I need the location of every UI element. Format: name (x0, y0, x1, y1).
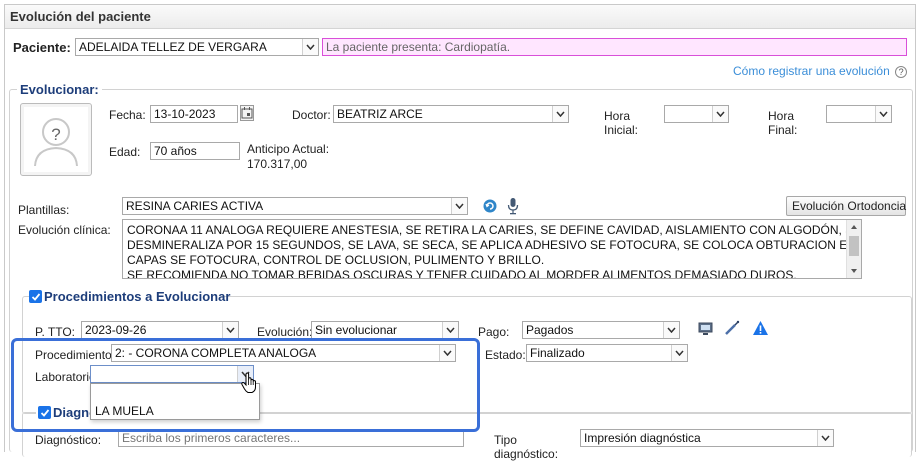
anticipo-label: Anticipo Actual: (247, 142, 330, 156)
evolucion-clinica-label: Evolución clínica: (18, 223, 111, 237)
evolucion-estado-label: Evolución: (257, 325, 313, 339)
ptto-select[interactable]: 2023-09-26 (81, 321, 239, 339)
evolucion-estado-value: Sin evolucionar (315, 323, 398, 337)
hora-final-line2: Final: (768, 123, 798, 137)
procedimientos-legend-text: Procedimientos a Evolucionar (44, 289, 231, 304)
plantillas-select[interactable]: RESINA CARIES ACTIVA (122, 197, 468, 215)
svg-text:?: ? (51, 125, 60, 144)
user-placeholder-icon: ? (34, 118, 78, 167)
edad-value: 70 años (154, 144, 197, 158)
scroll-up-icon[interactable] (847, 221, 861, 233)
evolucion-line: CAPAS SE FOTOCURA, CONTROL DE OCLUSION, … (127, 253, 545, 267)
diagnostico-label: Diagnóstico: (35, 433, 102, 447)
anticipo-value: 170.317,00 (247, 157, 308, 171)
evolucion-clinica-textarea[interactable]: CORONAA 11 ANALOGA REQUIERE ANESTESIA, S… (122, 219, 862, 279)
patient-alert: La paciente presenta: Cardiopatía. (322, 38, 907, 56)
evolucion-estado-select[interactable]: Sin evolucionar (311, 321, 459, 339)
edad-input[interactable]: 70 años (150, 142, 240, 160)
tipo-diagnostico-label: Tipo diagnóstico: (494, 433, 558, 461)
patient-label: Paciente: (13, 40, 71, 55)
ptto-label: P. TTO: (35, 325, 76, 339)
avatar[interactable]: ? (20, 103, 92, 176)
chevron-down-icon (451, 198, 467, 214)
hora-inicial-label: Hora Inicial: (604, 109, 638, 137)
fecha-value: 13-10-2023 (154, 107, 216, 121)
ptto-value: 2023-09-26 (85, 323, 147, 337)
title-bar: Evolución del paciente (5, 5, 915, 29)
tipo-diagnostico-line1: Tipo (494, 433, 517, 447)
evolucion-line: SE RECOMIENDA NO TOMAR BEBIDAS OSCURAS Y… (127, 268, 797, 279)
hora-final-select[interactable] (826, 105, 892, 123)
hora-final-line1: Hora (768, 109, 795, 123)
textarea-scrollbar[interactable] (846, 220, 861, 278)
evolucion-line: CORONAA 11 ANALOGA REQUIERE ANESTESIA, S… (127, 223, 862, 237)
patient-alert-text: La paciente presenta: Cardiopatía. (326, 40, 511, 54)
plantillas-value: RESINA CARIES ACTIVA (126, 199, 264, 213)
scroll-thumb[interactable] (849, 236, 859, 256)
microphone-icon[interactable] (507, 197, 519, 215)
hora-inicial-line2: Inicial: (604, 123, 639, 137)
refresh-icon[interactable] (483, 199, 497, 213)
chevron-down-icon (302, 39, 318, 55)
procedimientos-checkbox[interactable] (29, 290, 42, 303)
chevron-down-icon (442, 322, 458, 338)
calendar-icon[interactable] (240, 105, 254, 121)
chevron-down-icon (712, 106, 728, 122)
tipo-diagnostico-value: Impresión diagnóstica (584, 431, 701, 445)
estado-select[interactable]: Finalizado (526, 344, 688, 362)
patient-select[interactable]: ADELAIDA TELLEZ DE VERGARA (75, 38, 319, 56)
chevron-down-icon (875, 106, 891, 122)
hora-final-label: Hora Final: (768, 109, 797, 137)
doctor-value: BEATRIZ ARCE (337, 107, 423, 121)
evolucion-line: DESMINERALIZA POR 15 SEGUNDOS, SE LAVA, … (127, 238, 862, 252)
fecha-input[interactable]: 13-10-2023 (150, 105, 238, 123)
doctor-label: Doctor: (292, 108, 331, 122)
pago-value: Pagados (526, 323, 574, 337)
monitor-icon[interactable] (698, 322, 714, 336)
procedimientos-legend: Procedimientos a Evolucionar (29, 289, 230, 305)
pago-select[interactable]: Pagados (522, 321, 680, 339)
doctor-select[interactable]: BEATRIZ ARCE (333, 105, 569, 123)
evolucionar-legend: Evolucionar: (17, 82, 102, 97)
hora-inicial-line1: Hora (604, 109, 631, 123)
estado-label: Estado: (485, 348, 526, 362)
help-icon[interactable]: ? (895, 66, 908, 78)
window-title: Evolución del paciente (10, 9, 151, 24)
plantillas-label: Plantillas: (18, 203, 70, 217)
hand-cursor-icon (240, 372, 258, 394)
help-link[interactable]: Cómo registrar una evolución ? (733, 64, 908, 78)
hora-inicial-select[interactable] (664, 105, 729, 123)
dental-tool-icon[interactable] (724, 320, 740, 336)
scroll-down-icon[interactable] (847, 265, 861, 277)
edad-label: Edad: (109, 145, 141, 159)
warning-icon[interactable] (752, 320, 769, 336)
chevron-down-icon (817, 430, 833, 446)
estado-value: Finalizado (530, 346, 585, 360)
chevron-down-icon (671, 345, 687, 361)
chevron-down-icon (663, 322, 679, 338)
tipo-diagnostico-line2: diagnóstico: (494, 447, 559, 461)
pago-label: Pago: (478, 325, 510, 339)
tipo-diagnostico-select[interactable]: Impresión diagnóstica (580, 429, 834, 447)
patient-name: ADELAIDA TELLEZ DE VERGARA (79, 40, 267, 54)
evolucion-ortodoncia-button[interactable]: Evolución Ortodoncia (786, 196, 906, 216)
chevron-down-icon (552, 106, 568, 122)
chevron-down-icon (222, 322, 238, 338)
help-link-text[interactable]: Cómo registrar una evolución (733, 64, 890, 78)
fecha-label: Fecha: (109, 108, 146, 122)
